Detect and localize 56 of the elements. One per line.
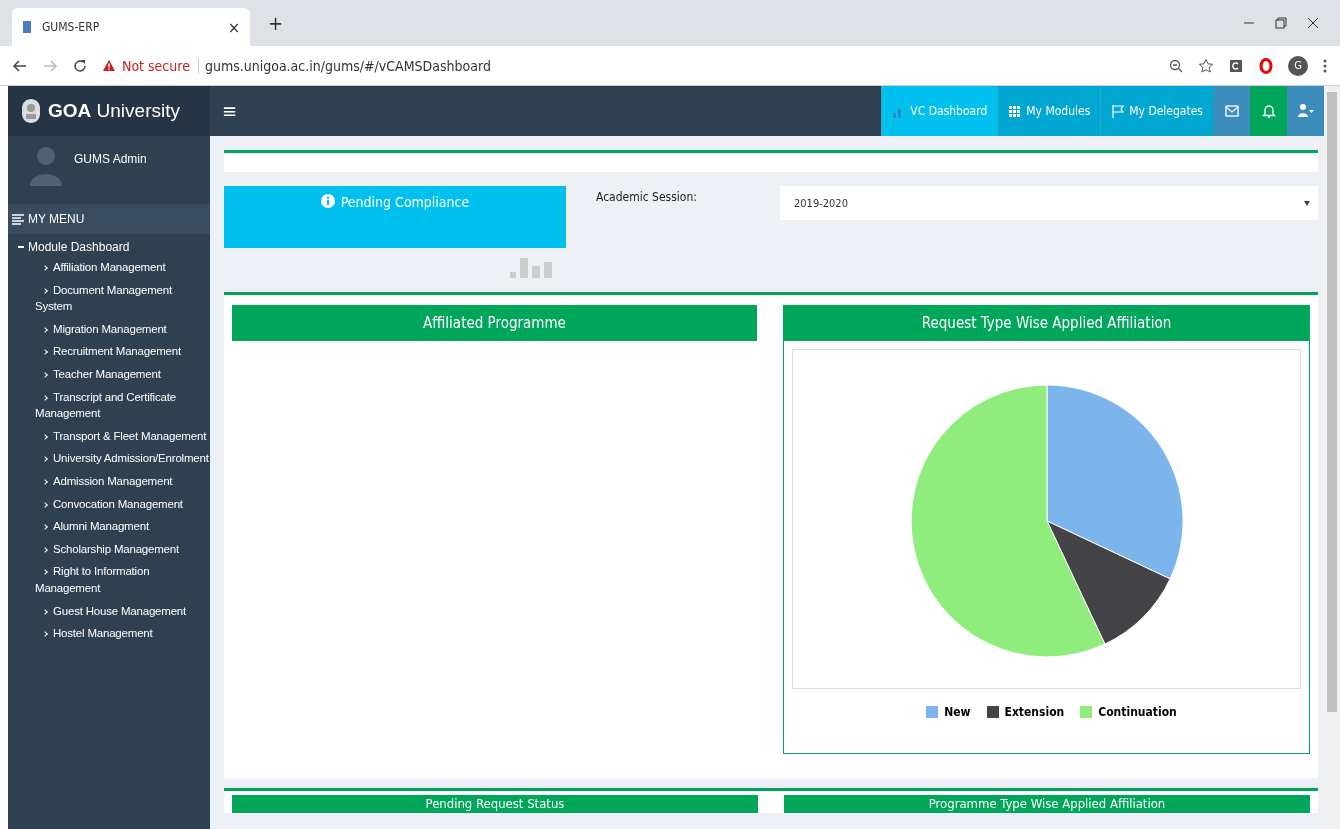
back-icon[interactable] — [12, 57, 28, 74]
crest-icon — [20, 98, 42, 124]
user-name: GUMS Admin — [74, 151, 147, 168]
envelope-icon — [1223, 103, 1240, 119]
legend-label[interactable]: Extension — [1004, 705, 1065, 719]
restore-icon[interactable] — [1274, 16, 1288, 30]
info-icon — [320, 194, 335, 208]
menu-item[interactable]: Transcript and Certificate Management — [8, 385, 210, 425]
legend-label[interactable]: Continuation — [1098, 705, 1177, 719]
panel-title: Programme Type Wise Applied Affiliation — [784, 795, 1310, 813]
menu-item[interactable]: Transport & Fleet Management — [8, 424, 210, 448]
menu-group-item[interactable]: Module Dashboard — [8, 234, 210, 256]
user-menu-button[interactable] — [1287, 86, 1324, 136]
academic-session-dropdown[interactable]: 2019-2020 — [780, 186, 1318, 220]
menu-item[interactable]: Convocation Management — [8, 492, 210, 516]
menu-item[interactable]: Admission Management — [8, 469, 210, 493]
opera-icon[interactable] — [1258, 57, 1274, 74]
menu-item[interactable]: Affiliation Management — [8, 256, 210, 279]
menu-item[interactable]: Scholarship Management — [8, 537, 210, 561]
browser-tab[interactable]: GUMS-ERP × — [12, 8, 250, 46]
flag-icon — [1111, 103, 1126, 119]
menu-item[interactable]: Recruitment Management — [8, 340, 210, 363]
close-icon[interactable] — [1306, 16, 1320, 30]
profile-avatar[interactable]: G — [1288, 55, 1308, 76]
warning-icon — [102, 59, 116, 72]
page-icon[interactable] — [22, 20, 32, 34]
panel-title: Request Type Wise Applied Affiliation — [784, 305, 1309, 341]
security-warning[interactable]: Not secure — [122, 57, 199, 74]
extension-icon[interactable] — [1228, 57, 1244, 74]
panel-title: Pending Request Status — [232, 795, 758, 813]
legend-label[interactable]: New — [944, 705, 971, 719]
reload-icon[interactable] — [72, 57, 88, 74]
menu-heading: MY MENU — [8, 204, 210, 234]
menu-item[interactable]: Teacher Management — [8, 362, 210, 386]
zoom-icon[interactable] — [1168, 57, 1184, 74]
tab-title: GUMS-ERP — [42, 20, 101, 34]
star-icon[interactable] — [1198, 57, 1214, 74]
grid-icon — [1008, 103, 1023, 119]
user-icon — [1297, 103, 1314, 119]
panel-title: Affiliated Programme — [232, 305, 757, 341]
more-icon[interactable] — [1322, 57, 1328, 74]
list-icon — [12, 213, 24, 225]
menu-item[interactable]: University Admission/Enrolment — [8, 447, 210, 470]
scrollbar[interactable] — [1324, 86, 1340, 829]
bell-icon — [1260, 103, 1277, 119]
menu-item[interactable]: Hostel Management — [8, 622, 210, 645]
field-label: Academic Session: — [596, 189, 698, 204]
menu-item[interactable]: Document Management System — [8, 278, 210, 318]
menu-item[interactable]: Migration Management — [8, 317, 210, 341]
menu-item[interactable]: Right to Information Management — [8, 560, 210, 600]
menu-toggle-button[interactable]: ≡ — [210, 86, 238, 136]
menu-item[interactable]: Alumni Managment — [8, 515, 210, 538]
new-tab-button[interactable]: + — [268, 11, 284, 35]
menu-item[interactable]: Guest House Management — [8, 599, 210, 623]
close-tab-button[interactable]: × — [227, 17, 240, 37]
url-text[interactable]: gums.unigoa.ac.in/gums/#/vCAMSDashboard — [204, 57, 491, 74]
